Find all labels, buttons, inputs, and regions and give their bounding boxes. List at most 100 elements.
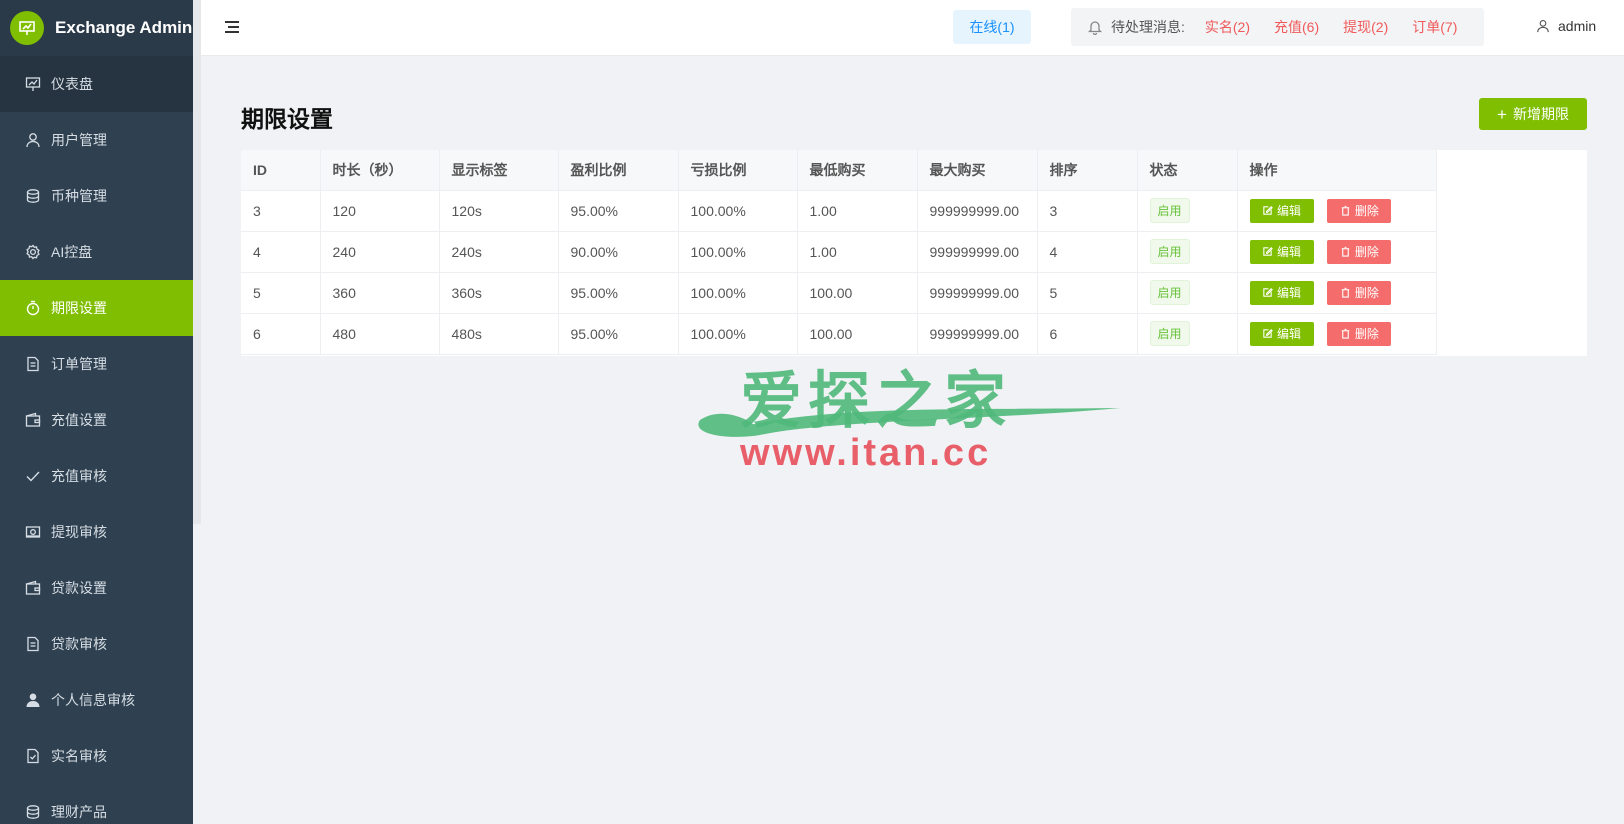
edit-button[interactable]: 编辑 <box>1249 239 1314 264</box>
wallet-icon <box>25 412 41 428</box>
delete-label: 删除 <box>1354 245 1379 259</box>
user-icon <box>25 132 41 148</box>
delete-label: 删除 <box>1354 327 1379 341</box>
col-header[interactable]: ID <box>241 150 321 191</box>
pending-realname-link[interactable]: 实名(2) <box>1205 17 1250 37</box>
status-badge: 启用 <box>1149 280 1190 305</box>
cell-min: 100.00 <box>797 313 918 355</box>
pending-order-link[interactable]: 订单(7) <box>1412 17 1457 37</box>
cell-loss: 100.00% <box>678 313 798 355</box>
delete-button[interactable]: 删除 <box>1327 198 1392 223</box>
sidebar-item-label: 提现审核 <box>51 524 107 540</box>
edit-button[interactable]: 编辑 <box>1249 321 1314 346</box>
sidebar-item-loan-settings[interactable]: 贷款设置 <box>0 560 193 616</box>
edit-button[interactable]: 编辑 <box>1249 280 1314 305</box>
sidebar-item-recharge-review[interactable]: 充值审核 <box>0 448 193 504</box>
cell-loss: 100.00% <box>678 190 798 232</box>
table-header-row: ID 时长（秒） 显示标签 盈利比例 亏损比例 最低购买 最大购买 排序 状态 … <box>241 150 1437 191</box>
money-icon <box>25 524 41 540</box>
edit-icon <box>1263 247 1273 256</box>
sidebar-item-wealth-products[interactable]: 理财产品 <box>0 784 193 824</box>
user-menu[interactable]: admin <box>1536 18 1596 34</box>
cell-status: 启用 <box>1137 313 1238 355</box>
pending-label: 待处理消息: <box>1111 19 1185 35</box>
edit-label: 编辑 <box>1276 245 1301 259</box>
status-badge: 启用 <box>1149 239 1190 264</box>
database-icon <box>25 188 41 204</box>
pending-recharge-link[interactable]: 充值(6) <box>1274 17 1319 37</box>
add-term-label: 新增期限 <box>1512 106 1569 122</box>
cell-sort: 6 <box>1037 313 1138 355</box>
col-header[interactable]: 操作 <box>1237 150 1437 191</box>
username: admin <box>1558 18 1597 34</box>
cell-duration: 480 <box>320 313 440 355</box>
cell-actions: 编辑 删除 <box>1237 272 1437 314</box>
cell-max: 999999999.00 <box>917 272 1038 314</box>
status-badge: 启用 <box>1149 198 1190 223</box>
edit-icon <box>1263 206 1273 215</box>
person-filled-icon <box>25 692 41 708</box>
delete-button[interactable]: 删除 <box>1327 239 1392 264</box>
sidebar-item-withdraw-review[interactable]: 提现审核 <box>0 504 193 560</box>
doc-check-icon <box>25 748 41 764</box>
add-term-button[interactable]: + 新增期限 <box>1479 98 1587 130</box>
sidebar-item-ai-control[interactable]: AI控盘 <box>0 224 193 280</box>
col-header[interactable]: 最低购买 <box>797 150 918 191</box>
cell-min: 100.00 <box>797 272 918 314</box>
edit-label: 编辑 <box>1276 204 1301 218</box>
page-title: 期限设置 <box>241 106 333 132</box>
col-header[interactable]: 显示标签 <box>439 150 559 191</box>
online-count[interactable]: 在线(1) <box>953 10 1031 44</box>
delete-label: 删除 <box>1354 286 1379 300</box>
cell-sort: 3 <box>1037 190 1138 232</box>
col-header[interactable]: 排序 <box>1037 150 1138 191</box>
sidebar-item-label: 个人信息审核 <box>51 692 135 708</box>
cell-loss: 100.00% <box>678 231 798 273</box>
cell-sort: 5 <box>1037 272 1138 314</box>
sidebar-item-label: 贷款设置 <box>51 580 107 596</box>
cell-label: 120s <box>439 190 559 232</box>
sidebar-item-loan-review[interactable]: 贷款审核 <box>0 616 193 672</box>
trash-icon <box>1341 246 1350 257</box>
cell-id: 4 <box>241 231 321 273</box>
col-header[interactable]: 时长（秒） <box>320 150 440 191</box>
delete-label: 删除 <box>1354 204 1379 218</box>
sidebar-item-label: 理财产品 <box>51 804 107 820</box>
watermark-cn: 爱探之家 <box>740 364 1013 437</box>
col-header[interactable]: 最大购买 <box>917 150 1038 191</box>
col-header[interactable]: 亏损比例 <box>678 150 798 191</box>
edit-icon <box>1263 288 1273 297</box>
trash-icon <box>1341 328 1350 339</box>
cell-duration: 360 <box>320 272 440 314</box>
delete-button[interactable]: 删除 <box>1327 321 1392 346</box>
brand[interactable]: Exchange Admin <box>0 0 193 56</box>
sidebar-item-currency[interactable]: 币种管理 <box>0 168 193 224</box>
edit-icon <box>1263 329 1273 338</box>
col-header[interactable]: 盈利比例 <box>558 150 679 191</box>
sidebar-scrollbar[interactable] <box>193 0 201 524</box>
chart-board-icon <box>25 76 41 92</box>
delete-button[interactable]: 删除 <box>1327 280 1392 305</box>
cell-max: 999999999.00 <box>917 313 1038 355</box>
sidebar-item-term-settings[interactable]: 期限设置 <box>0 280 193 336</box>
sidebar-item-realname-review[interactable]: 实名审核 <box>0 728 193 784</box>
sidebar-item-dashboard[interactable]: 仪表盘 <box>0 56 193 112</box>
sidebar-item-label: 订单管理 <box>51 356 107 372</box>
menu-toggle-icon[interactable] <box>223 18 241 36</box>
sidebar-item-orders[interactable]: 订单管理 <box>0 336 193 392</box>
pending-withdraw-link[interactable]: 提现(2) <box>1343 17 1388 37</box>
brand-logo <box>10 11 44 45</box>
sidebar: Exchange Admin 仪表盘 用户管理 币种管理 AI控盘 期限设置 订… <box>0 0 193 824</box>
edit-button[interactable]: 编辑 <box>1249 198 1314 223</box>
cell-max: 999999999.00 <box>917 190 1038 232</box>
trash-icon <box>1341 287 1350 298</box>
sidebar-item-profile-review[interactable]: 个人信息审核 <box>0 672 193 728</box>
cell-status: 启用 <box>1137 231 1238 273</box>
cell-actions: 编辑 删除 <box>1237 190 1437 232</box>
sidebar-item-label: 仪表盘 <box>51 76 93 92</box>
sidebar-item-recharge-settings[interactable]: 充值设置 <box>0 392 193 448</box>
sidebar-item-users[interactable]: 用户管理 <box>0 112 193 168</box>
col-header[interactable]: 状态 <box>1137 150 1238 191</box>
sidebar-item-label: 充值审核 <box>51 468 107 484</box>
sidebar-item-label: 用户管理 <box>51 132 107 148</box>
